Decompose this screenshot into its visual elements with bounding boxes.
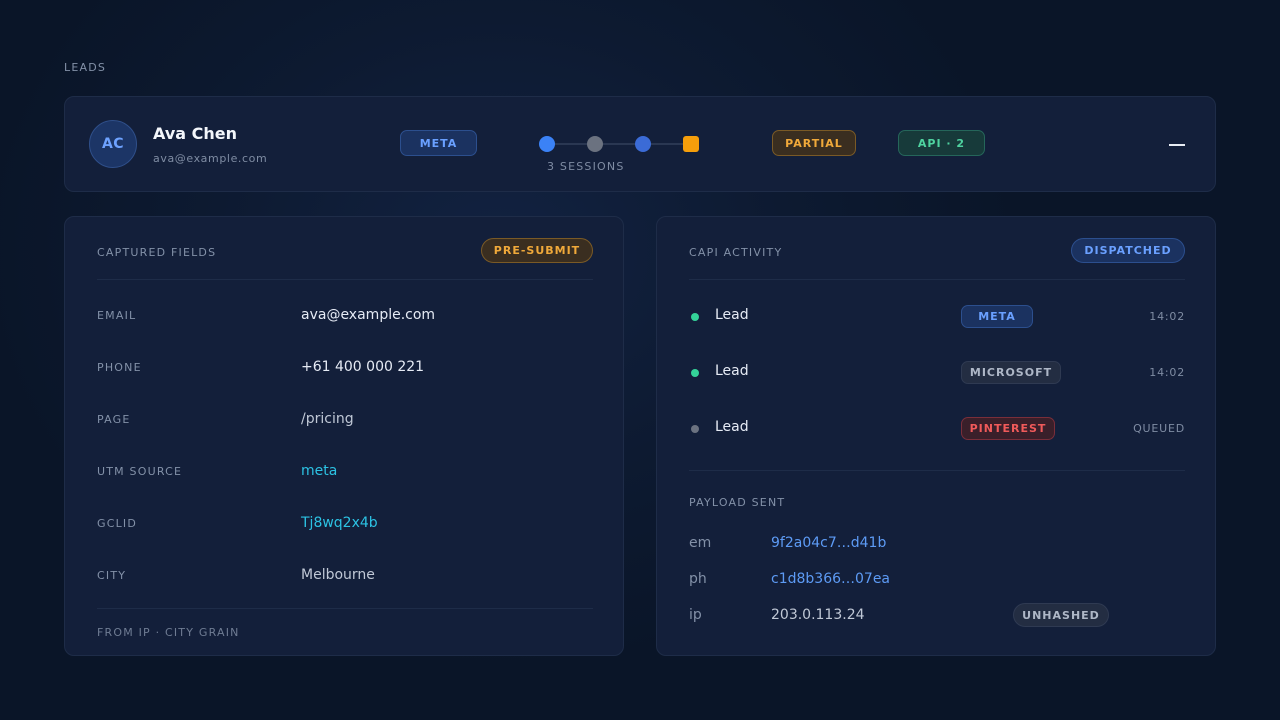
field-value-city: Melbourne xyxy=(301,567,375,583)
avatar: AC xyxy=(89,120,137,168)
field-value-phone: +61 400 000 221 xyxy=(301,359,425,375)
platform-badge-microsoft: MICROSOFT xyxy=(961,361,1061,384)
session-dot[interactable] xyxy=(539,136,555,152)
divider xyxy=(689,470,1185,471)
field-label-utm-source: UTM SOURCE xyxy=(97,465,183,478)
field-label-page: PAGE xyxy=(97,413,131,426)
city-footnote: FROM IP · CITY GRAIN xyxy=(97,626,240,639)
unhashed-badge: UNHASHED xyxy=(1013,603,1109,627)
session-dot[interactable] xyxy=(635,136,651,152)
payload-key-ph: ph xyxy=(689,571,707,587)
capi-activity-panel: CAPI ACTIVITY DISPATCHED Lead META 14:02… xyxy=(656,216,1216,656)
lead-name: Ava Chen xyxy=(153,124,237,143)
event-status: QUEUED xyxy=(1133,422,1185,435)
field-value-page: /pricing xyxy=(301,411,354,427)
api-badge: API · 2 xyxy=(898,130,985,156)
section-title: LEADS xyxy=(64,61,107,74)
event-time: 14:02 xyxy=(1149,366,1185,379)
payload-value-em: 9f2a04c7…d41b xyxy=(771,535,887,551)
payload-title: PAYLOAD SENT xyxy=(689,496,786,509)
payload-key-em: em xyxy=(689,535,712,551)
field-value-email: ava@example.com xyxy=(301,307,436,323)
lead-email: ava@example.com xyxy=(153,152,268,165)
status-dot xyxy=(691,313,699,321)
payload-key-ip: ip xyxy=(689,607,702,623)
payload-value-ph: c1d8b366…07ea xyxy=(771,571,891,587)
session-dot-current[interactable] xyxy=(683,136,699,152)
lead-card[interactable]: AC Ava Chen ava@example.com META 3 SESSI… xyxy=(64,96,1216,192)
platform-badge-meta: META xyxy=(961,305,1033,328)
divider xyxy=(97,608,593,609)
status-badge: PARTIAL xyxy=(772,130,856,156)
divider xyxy=(689,279,1185,280)
dispatched-badge: DISPATCHED xyxy=(1071,238,1185,263)
field-label-city: CITY xyxy=(97,569,127,582)
event-name: Lead xyxy=(715,307,749,323)
divider xyxy=(97,279,593,280)
field-label-phone: PHONE xyxy=(97,361,142,374)
field-label-email: EMAIL xyxy=(97,309,137,322)
sessions-label: 3 SESSIONS xyxy=(547,160,625,173)
field-value-gclid: Tj8wq2x4b xyxy=(301,515,378,531)
captured-fields-panel: CAPTURED FIELDS PRE-SUBMIT EMAIL ava@exa… xyxy=(64,216,624,656)
platform-badge-pinterest: PINTEREST xyxy=(961,417,1055,440)
event-name: Lead xyxy=(715,363,749,379)
event-time: 14:02 xyxy=(1149,310,1185,323)
captured-fields-title: CAPTURED FIELDS xyxy=(97,246,217,259)
session-dot[interactable] xyxy=(587,136,603,152)
pre-submit-badge: PRE-SUBMIT xyxy=(481,238,593,263)
session-track xyxy=(547,143,691,145)
status-dot xyxy=(691,425,699,433)
payload-value-ip: 203.0.113.24 xyxy=(771,607,865,623)
event-name: Lead xyxy=(715,419,749,435)
status-dot xyxy=(691,369,699,377)
field-label-gclid: GCLID xyxy=(97,517,138,530)
capi-activity-title: CAPI ACTIVITY xyxy=(689,246,783,259)
source-badge: META xyxy=(400,130,477,156)
collapse-icon[interactable] xyxy=(1169,144,1185,146)
field-value-utm-source: meta xyxy=(301,463,338,479)
